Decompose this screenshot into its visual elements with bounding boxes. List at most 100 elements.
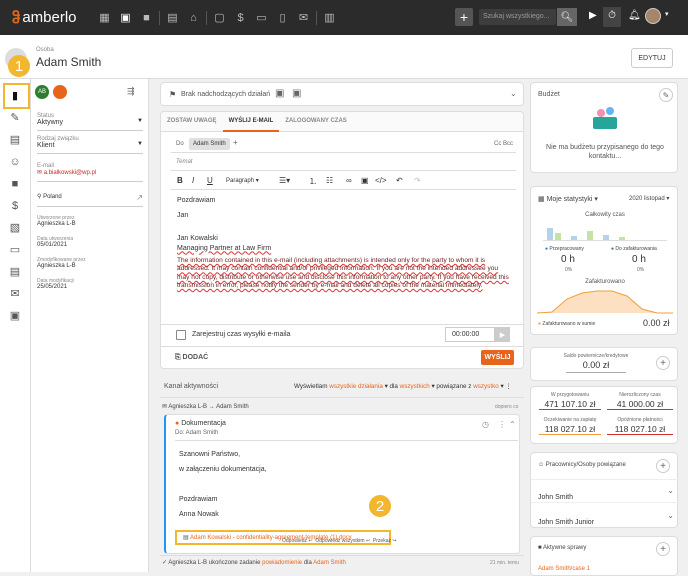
more-options-icon[interactable]: ⋮	[498, 420, 506, 429]
folder-icon[interactable]: ▭	[8, 243, 22, 256]
add-people-icon[interactable]: ⇶	[127, 86, 135, 97]
calendar-clock-icon[interactable]: ▣	[292, 88, 301, 99]
log-time-checkbox[interactable]	[176, 330, 186, 340]
edit-pencil-icon[interactable]: ✎	[659, 88, 673, 102]
chevron-down-icon[interactable]: ⌄	[510, 89, 517, 98]
forward-button[interactable]: Przekaż	[373, 538, 391, 544]
align-icon[interactable]: ☰▾	[279, 176, 290, 185]
money-icon[interactable]: $	[8, 199, 22, 212]
chevron-down-icon[interactable]: ▾	[665, 10, 669, 18]
contact-card-icon[interactable]: ▣	[119, 11, 132, 24]
settings-icon[interactable]: ▣	[8, 309, 22, 322]
link-icon[interactable]: ∞	[346, 176, 352, 185]
bell-icon[interactable]: 🔔︎	[628, 10, 641, 21]
activity-feed-header: Kanał aktywności Wyświetlam wszystkie dz…	[164, 383, 512, 390]
task-link[interactable]: powiadomienie	[262, 560, 302, 566]
email-activity-card: ● Dokumentacja Do: Adam Smith ◷ ⋮ ⌃ Szan…	[164, 414, 520, 554]
subject-input[interactable]: Temat	[171, 155, 516, 171]
person-link[interactable]: Adam Smith	[313, 560, 346, 566]
mail-icon[interactable]: ✉	[297, 11, 310, 24]
calendar-icon[interactable]: ▢	[213, 11, 226, 24]
search-input[interactable]: Szukaj wszystkiego...	[479, 9, 556, 25]
divider	[316, 10, 317, 25]
image-icon[interactable]: ▣	[361, 176, 369, 185]
play-icon[interactable]: ▶	[495, 327, 510, 342]
activity-filter[interactable]: Wyświetlam wszystkie działania ▾ dla wsz…	[294, 383, 512, 390]
external-link-icon[interactable]: ↗	[136, 193, 143, 202]
calendar-add-icon[interactable]: ▣	[275, 88, 284, 99]
bold-icon[interactable]: B	[177, 176, 183, 185]
mail-icon: ✉	[37, 170, 44, 176]
search-button[interactable]: 🔍︎	[557, 8, 577, 26]
timer-icon[interactable]: ⏱︎	[603, 7, 621, 27]
chevron-down-icon: ⌄	[667, 486, 674, 495]
edit-button[interactable]: EDYTUJ	[631, 48, 673, 68]
file-icon[interactable]: ▯	[276, 11, 289, 24]
document-icon[interactable]: ▤	[166, 11, 179, 24]
period-select[interactable]: 2020 listopad ▾	[629, 195, 669, 202]
briefcase-icon[interactable]: ■	[8, 177, 22, 190]
mail-icon[interactable]: ✉	[8, 287, 22, 300]
clock-icon[interactable]: ◷	[482, 420, 489, 429]
country-field[interactable]: ⚲ Poland ↗	[37, 193, 143, 207]
play-icon[interactable]: ▶	[589, 10, 597, 21]
document-icon: ▤	[183, 535, 191, 541]
status-field[interactable]: Status Aktywny ▼	[37, 113, 143, 131]
to-field[interactable]: Do Adam Smith + Cc Bcc	[171, 137, 516, 153]
reply-all-button[interactable]: Odpowiedz wszystkim	[315, 538, 364, 544]
trust-balance-card: Saldo powiernicze/kredytowe 0.00 zł +	[530, 347, 678, 381]
send-button[interactable]: WYŚLIJ	[481, 350, 514, 365]
attach-button[interactable]: ⎘ DODAĆ	[175, 354, 208, 362]
bullet-list-icon[interactable]: ☷	[326, 176, 333, 185]
briefcase-icon[interactable]: ■	[140, 11, 153, 24]
italic-icon[interactable]: I	[192, 176, 194, 185]
reply-button[interactable]: Odpowiedz	[282, 538, 307, 544]
email-body[interactable]: Pozdrawiam Jan Jan Kowalski Managing Par…	[177, 196, 509, 291]
user-avatar[interactable]	[645, 8, 661, 24]
divider	[160, 397, 524, 398]
add-recipient-icon[interactable]: +	[233, 138, 238, 147]
undo-icon[interactable]: ↶	[396, 176, 403, 185]
list-item[interactable]: John Smith ⌄	[538, 486, 674, 501]
time-input[interactable]: 00:00:00	[445, 327, 495, 342]
email-subject[interactable]: ● Dokumentacja	[175, 420, 226, 427]
upcoming-actions-bar[interactable]: ⚑ Brak nadchodzących działań ▣ ▣ ⌄	[160, 82, 524, 106]
list-item[interactable]: John Smith Junior ⌄	[538, 511, 674, 526]
modified-by: Zmodyfikowane przez Agnieszka L-B	[37, 257, 86, 269]
related-people-card: ☺ Pracownicy/Osoby powiązane + John Smit…	[530, 452, 679, 528]
chevron-up-icon[interactable]: ⌃	[509, 420, 516, 429]
tab-email[interactable]: WYŚLIJ E-MAIL	[222, 112, 280, 132]
cc-bcc-link[interactable]: Cc Bcc	[494, 141, 513, 147]
contact-type-label: Osoba	[36, 47, 54, 53]
redo-icon[interactable]: ↷	[414, 176, 421, 185]
tab-time[interactable]: ZALOGOWANY CZAS	[279, 112, 353, 132]
stats-card: ▦ Moje statystyki ▾ 2020 listopad ▾ Całk…	[530, 186, 678, 335]
recipient-chip[interactable]: Adam Smith	[189, 138, 230, 150]
document-icon[interactable]: ▤	[8, 265, 22, 278]
paragraph-select[interactable]: Paragraph ▾	[226, 177, 259, 184]
notes-icon[interactable]: ✎	[8, 111, 22, 124]
stats-title[interactable]: ▦ Moje statystyki ▾	[538, 195, 598, 203]
email-link[interactable]: ✉ a.bialkowski@wp.pl	[37, 169, 143, 176]
email-field[interactable]: E-mail ✉ a.bialkowski@wp.pl	[37, 163, 143, 182]
code-icon[interactable]: </>	[375, 176, 387, 185]
relation-field[interactable]: Rodzaj związku Klient ▼	[37, 136, 143, 154]
invoice-icon[interactable]: ▧	[8, 221, 22, 234]
folder-icon[interactable]: ▭	[255, 11, 268, 24]
contact-card-icon[interactable]: ▮	[8, 89, 22, 102]
case-link[interactable]: Adam Smith/case 1	[538, 566, 590, 572]
app-logo[interactable]: ჵ amberlo	[12, 9, 94, 27]
people-icon[interactable]: ☺	[8, 155, 22, 168]
add-new-button[interactable]: +	[455, 8, 473, 26]
money-icon[interactable]: $	[234, 11, 247, 24]
table-icon[interactable]: ▥	[323, 11, 336, 24]
numbered-list-icon[interactable]: ⒈	[309, 176, 317, 187]
underline-icon[interactable]: U	[207, 176, 213, 185]
add-related-button[interactable]: +	[656, 459, 670, 473]
add-balance-button[interactable]: +	[656, 356, 670, 370]
bank-icon[interactable]: ⌂	[187, 11, 200, 24]
tab-note[interactable]: ZOSTAW UWAGĘ	[161, 112, 223, 132]
dashboard-icon[interactable]: ▦	[98, 11, 111, 24]
add-case-button[interactable]: +	[656, 542, 670, 556]
calendar-icon[interactable]: ▤	[8, 133, 22, 146]
